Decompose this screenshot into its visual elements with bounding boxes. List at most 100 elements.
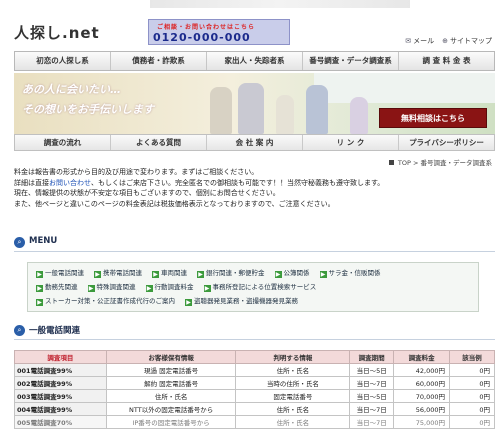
subnav-faq[interactable]: よくある質問 [111, 135, 207, 150]
menu-item[interactable]: ▶ 銀行関連・郵便貯金 [197, 267, 265, 278]
section-title: 一般電話関連 [29, 326, 81, 336]
hero-person [276, 95, 294, 134]
column-header: 調査料金 [393, 350, 451, 364]
nav-missing-person[interactable]: 家出人・失踪者系 [207, 52, 303, 70]
header-decoration [150, 0, 410, 8]
arrow-right-icon: ▶ [36, 299, 43, 306]
table-cell: 70,000円 [393, 389, 451, 403]
mail-link[interactable]: ✉ メール [405, 36, 434, 46]
subnav-privacy[interactable]: プライバシーポリシー [399, 135, 494, 150]
free-consult-button[interactable]: 無料相談はこちら [379, 108, 487, 128]
table-cell: 002電話調査99% [14, 376, 107, 390]
table-cell: 住所・氏名 [235, 402, 351, 416]
menu-row: ▶ ストーカー対策・公正証書作成代行のご案内 ▶ 盗聴器発見業務・盗撮機器発見業務 [36, 295, 470, 306]
menu-item[interactable]: ▶ 事務所登記による位置検索サービス [203, 281, 316, 292]
arrow-right-icon: ▶ [36, 271, 43, 278]
nav-first-love[interactable]: 初恋の人探し系 [15, 52, 111, 70]
menu-item[interactable]: ▶ ストーカー対策・公正証書作成代行のご案内 [36, 295, 175, 306]
table-row: 003電話調査99% 住所・氏名 固定電話番号 当日～5日 70,000円 0円 [14, 389, 495, 403]
phone-number: 0120-000-000 [153, 31, 251, 44]
site-logo[interactable]: 人探し.net [14, 22, 100, 43]
table-cell: 住所・氏名 [105, 389, 237, 403]
table-cell: 当時の住所・氏名 [235, 376, 351, 390]
arrow-right-icon: ▶ [145, 285, 153, 292]
subnav-flow[interactable]: 調査の流れ [15, 135, 111, 150]
table-cell: 当日～7日 [349, 376, 395, 390]
site-header: 人探し.net ご相談・お問い合わせはこちら 0120-000-000 ✉ メール… [0, 0, 500, 52]
arrow-right-icon: ▶ [203, 285, 211, 292]
price-table: 調査項目 お客様保有情報 判明する情報 調査期間 調査料金 該当例 001電話調… [14, 350, 495, 429]
table-cell: 004電話調査99% [14, 402, 107, 416]
hero-person [350, 97, 368, 134]
table-cell: 0円 [449, 363, 495, 377]
arrow-right-icon: ▶ [319, 271, 327, 278]
arrow-right-icon: ▶ [185, 299, 192, 306]
intro-line: 料金は報告書の形式から目的及び用途で変わります。まずはご相談ください。 [14, 168, 259, 176]
table-cell: 当日～5日 [349, 389, 395, 403]
sitemap-icon: ⊕ [442, 37, 448, 45]
table-header-row: 調査項目 お客様保有情報 判明する情報 調査期間 調査料金 該当例 [14, 350, 495, 364]
hero-line-2: その想いをお手伝いします [22, 103, 154, 116]
intro-line: また、他ページと違いこのページの料金表記は税抜価格表示となっておりますので、ご注… [14, 199, 335, 208]
intro-line: 詳細は直接お問い合わせ、もしくはご来店下さい。完全匿名での御相談も可能です！！当… [14, 178, 385, 187]
arrow-right-icon: ▶ [36, 285, 43, 292]
nav-number-data[interactable]: 番号調査・データ調査系 [303, 52, 399, 70]
subnav-links[interactable]: リ ン ク [303, 135, 399, 150]
table-cell: 42,000円 [393, 363, 451, 377]
menu-row: ▶ 一般電話関連 ▶ 携帯電話関連 ▶ 車両関連 ▶ 銀行関連・郵便貯金 ▶ 公簿関係 ▶… [36, 267, 470, 278]
search-icon: ⌕ [14, 325, 25, 336]
hero-person [306, 85, 328, 134]
table-cell: 現過 固定電話番号 [105, 363, 237, 377]
table-cell: 0円 [449, 376, 495, 390]
table-cell: 0円 [449, 402, 495, 416]
menu-item[interactable]: ▶ サラ金・信販関係 [319, 267, 381, 278]
menu-item[interactable]: ▶ 行動調査料金 [145, 281, 194, 292]
sitemap-link[interactable]: ⊕ サイトマップ [442, 36, 492, 46]
menu-item[interactable]: ▶ 車両関連 [152, 267, 187, 278]
table-cell: 75,000円 [393, 415, 451, 429]
menu-item[interactable]: ▶ 携帯電話関連 [94, 267, 142, 278]
sub-nav: 調査の流れ よくある質問 会 社 案 内 リ ン ク プライバシーポリシー [14, 134, 495, 151]
table-row: 005電話調査70% IP番号の固定電話番号から 住所・氏名 当日～7日 75,… [14, 415, 495, 429]
contact-link[interactable]: お問い合わせ [49, 179, 91, 187]
table-cell: 56,000円 [393, 402, 451, 416]
phone-banner-caption: ご相談・お問い合わせはこちら [157, 24, 256, 31]
column-header: 該当例 [449, 350, 495, 364]
menu-item[interactable]: ▶ 公簿関係 [274, 267, 310, 278]
table-cell: NTT以外の固定電話番号から [105, 402, 237, 416]
table-cell: 固定電話番号 [235, 389, 351, 403]
breadcrumb: TOP > 番号調査・データ調査系 [388, 157, 493, 167]
header-links: ✉ メール ⊕ サイトマップ [405, 36, 492, 46]
table-cell: 当日～5日 [349, 363, 395, 377]
table-row: 004電話調査99% NTT以外の固定電話番号から 住所・氏名 当日～7日 56… [14, 402, 495, 416]
menu-section-header: ⌕ MENU [14, 234, 495, 252]
arrow-right-icon: ▶ [197, 271, 204, 278]
intro-line: 現在、情報提供の状態が不安定な項目もございますので、個別にお問合せください。 [14, 189, 280, 197]
subnav-company[interactable]: 会 社 案 内 [207, 135, 303, 150]
phone-section-header: ⌕ 一般電話関連 [14, 322, 495, 340]
menu-item[interactable]: ▶ 特殊調査関連 [87, 281, 136, 292]
main-nav: 初恋の人探し系 債務者・詐欺系 家出人・失踪者系 番号調査・データ調査系 調 査… [14, 51, 495, 71]
menu-item[interactable]: ▶ 盗聴器発見業務・盗撮機器発見業務 [185, 295, 298, 306]
table-cell: 003電話調査99% [14, 389, 107, 403]
breadcrumb-current: 番号調査・データ調査系 [420, 159, 493, 167]
menu-item[interactable]: ▶ 勤務先関連 [36, 281, 78, 292]
table-row: 001電話調査99% 現過 固定電話番号 住所・氏名 当日～5日 42,000円… [14, 363, 495, 377]
menu-row: ▶ 勤務先関連 ▶ 特殊調査関連 ▶ 行動調査料金 ▶ 事務所登記による位置検索サービス [36, 281, 470, 292]
table-cell: 005電話調査70% [14, 415, 107, 429]
arrow-right-icon: ▶ [87, 285, 95, 292]
hero-person [238, 83, 264, 134]
table-cell: 住所・氏名 [235, 415, 351, 429]
table-cell: 当日～7日 [349, 402, 395, 416]
nav-debtor[interactable]: 債務者・詐欺系 [111, 52, 207, 70]
breadcrumb-home[interactable]: TOP [398, 159, 411, 167]
nav-price-table[interactable]: 調 査 料 金 表 [399, 52, 494, 70]
menu-item[interactable]: ▶ 一般電話関連 [36, 267, 84, 278]
breadcrumb-icon [388, 160, 394, 165]
phone-banner[interactable]: ご相談・お問い合わせはこちら 0120-000-000 [148, 19, 290, 45]
mail-icon: ✉ [405, 37, 412, 45]
search-icon: ⌕ [14, 237, 25, 248]
table-cell: 60,000円 [393, 376, 451, 390]
column-header: 調査期間 [349, 350, 395, 364]
table-cell: 001電話調査99% [14, 363, 107, 377]
